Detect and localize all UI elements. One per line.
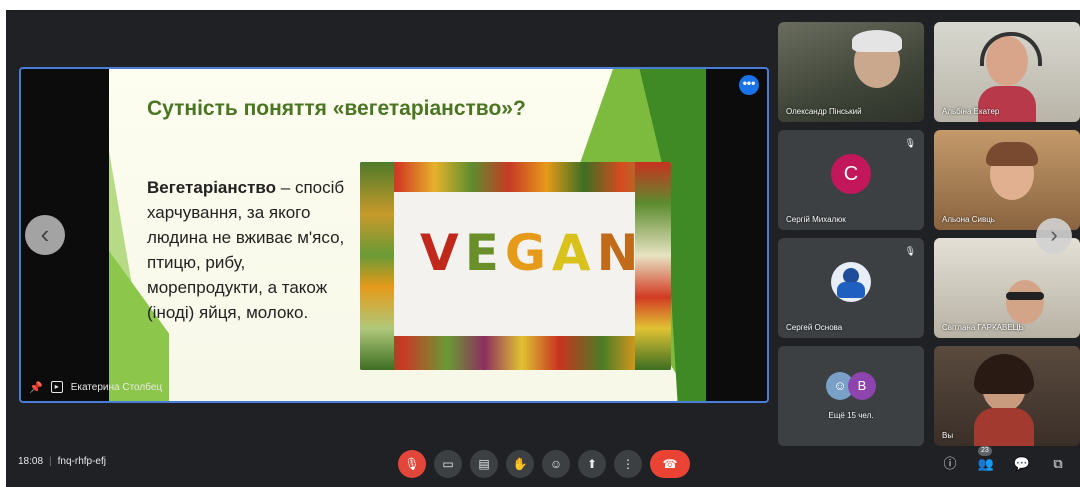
participant-video [852, 30, 902, 52]
info-icon[interactable]: ⓘ [940, 454, 960, 474]
right-controls: ⓘ 👥 23 💬 ⧉ [940, 446, 1068, 474]
emoji-icon[interactable]: ☺ [542, 450, 570, 478]
raise-hand-icon[interactable]: ✋ [506, 450, 534, 478]
bottom-toolbar: 18:08 | fnq-rhfp-efj 🎙 ▭ ▤ ✋ ☺ ⬆ ⋮ ☎ ⓘ 👥 23… [6, 440, 1080, 487]
vegan-letter: A [551, 224, 597, 282]
activities-icon[interactable]: ⧉ [1048, 454, 1068, 474]
participant-video [986, 142, 1038, 166]
presentation-slide: Сутність поняття «вегетаріанство»? Вегет… [109, 69, 706, 401]
people-icon[interactable]: 👥 23 [976, 446, 996, 474]
participant-name: Сергей Основа [786, 323, 843, 332]
more-participants-avatars: ☺ В [826, 372, 876, 400]
captions-icon[interactable]: ▤ [470, 450, 498, 478]
vegan-letter: G [504, 224, 552, 282]
call-controls: 🎙 ▭ ▤ ✋ ☺ ⬆ ⋮ ☎ [398, 450, 690, 478]
participant-name: Світлана ГАРКАВЕЦЬ [942, 323, 1024, 332]
more-options-icon[interactable]: ⋮ [614, 450, 642, 478]
participant-tile[interactable]: 🎙 Сергей Основа [778, 238, 924, 338]
participant-tile[interactable]: Альбіна Екатер [934, 22, 1080, 122]
participant-tile[interactable]: ☺ В Ещё 15 чел. [778, 346, 924, 446]
vegan-letter: E [464, 224, 505, 282]
meet-window: Сутність поняття «вегетаріанство»? Вегет… [6, 10, 1080, 487]
participant-name: Сергій Михалюк [786, 215, 846, 224]
participant-tile[interactable]: Альона Сивць [934, 130, 1080, 230]
end-call-icon[interactable]: ☎ [650, 450, 690, 478]
participant-tile[interactable]: 🎙 С Сергій Михалюк [778, 130, 924, 230]
slide-term: Вегетаріанство [147, 178, 277, 197]
meeting-info: 18:08 | fnq-rhfp-efj [18, 456, 106, 467]
meeting-code: fnq-rhfp-efj [57, 456, 106, 467]
chat-icon[interactable]: 💬 [1012, 454, 1032, 474]
vegetable-border-bottom [360, 336, 671, 370]
participant-video [978, 86, 1036, 122]
meeting-time: 18:08 [18, 456, 44, 467]
slide-body-text: Вегетаріанство – спосіб харчування, за я… [147, 175, 347, 325]
slide-definition: – спосіб харчування, за якого людина не … [147, 178, 345, 322]
participant-video [974, 354, 1034, 394]
presenter-bar: 📌 ▸ Екатерина Столбец [29, 379, 162, 395]
present-icon[interactable]: ⬆ [578, 450, 606, 478]
participant-count-badge: 23 [978, 446, 992, 456]
participant-tile[interactable]: Олександр Пінський [778, 22, 924, 122]
presenter-name: Екатерина Столбец [70, 381, 163, 393]
participant-name: Альона Сивць [942, 215, 995, 224]
slide-title: Сутність поняття «вегетаріанство»? [147, 97, 526, 120]
previous-slide-button[interactable]: ‹ [25, 215, 65, 255]
headphones [980, 32, 1042, 66]
camera-icon[interactable]: ▭ [434, 450, 462, 478]
more-participants-label: Ещё 15 чел. [828, 411, 874, 420]
presentation-stage: Сутність поняття «вегетаріанство»? Вегет… [19, 67, 769, 403]
vegan-photo: VEGAN [360, 162, 671, 370]
vegetable-border-top [360, 162, 671, 192]
avatar: В [848, 372, 876, 400]
participant-name: Олександр Пінський [786, 107, 862, 116]
screen-share-icon: ▸ [50, 381, 63, 393]
participant-tile[interactable]: Вы [934, 346, 1080, 446]
mic-off-icon: 🎙 [904, 246, 916, 256]
mic-off-icon: 🎙 [904, 138, 916, 148]
mic-off-icon[interactable]: 🎙 [398, 450, 426, 478]
glasses [1006, 292, 1044, 300]
vegan-letter: V [420, 224, 465, 282]
more-options-icon[interactable]: ••• [739, 75, 759, 95]
avatar: С [831, 154, 871, 194]
participant-name: Вы [942, 431, 954, 440]
participant-video [1006, 280, 1044, 324]
pin-icon[interactable]: 📌 [29, 381, 43, 394]
avatar [831, 262, 871, 302]
avatar-image [837, 282, 865, 298]
vegan-letter: N [596, 224, 645, 282]
participant-name: Альбіна Екатер [942, 107, 1000, 116]
vegetable-border-left [360, 162, 394, 370]
vegan-word: VEGAN [420, 224, 644, 282]
next-participants-button[interactable]: › [1036, 218, 1072, 254]
